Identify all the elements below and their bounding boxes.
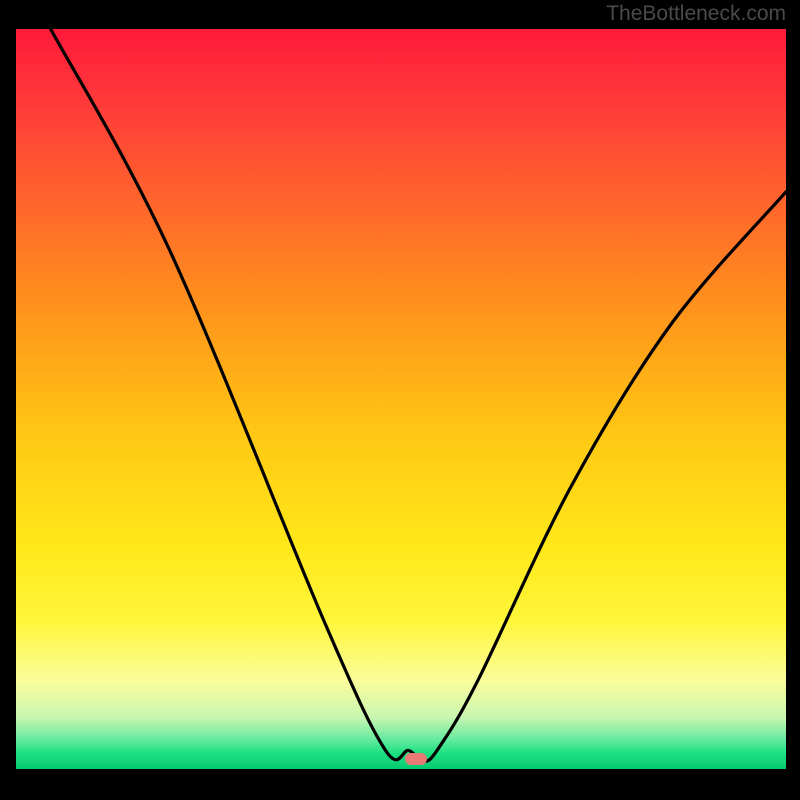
chart-svg xyxy=(16,29,786,769)
optimal-point-marker xyxy=(405,753,427,765)
bottleneck-curve-path xyxy=(51,29,786,762)
bottom-black-strip xyxy=(16,769,786,786)
watermark-text: TheBottleneck.com xyxy=(606,2,786,26)
